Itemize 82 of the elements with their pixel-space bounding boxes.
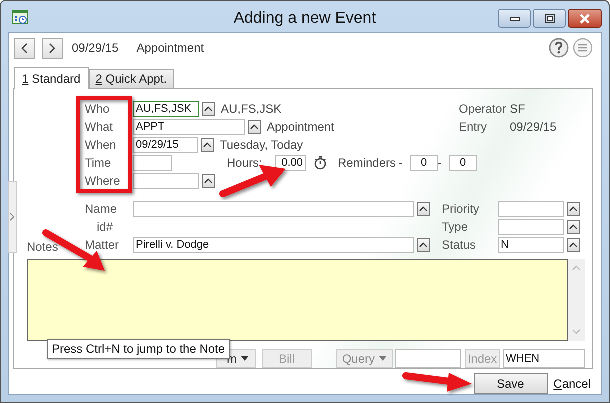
window-title: Adding a new Event [234,10,376,28]
chevron-up-icon [419,242,428,248]
reminder-field[interactable]: 0 [410,155,438,171]
chevron-right-icon [10,213,15,221]
input-field[interactable] [133,201,414,217]
chevron-up-icon [204,106,213,112]
maximize-button[interactable] [533,9,566,28]
field-label: Status [442,238,478,252]
event-type: Appointment [136,41,204,55]
field-label: What [85,120,114,134]
field-label: id# [96,220,114,234]
tab[interactable]: 2 Quick Appt. [88,69,174,88]
tab[interactable]: 1 Standard [14,67,89,89]
chevron-up-icon [419,206,428,212]
reminder-field[interactable]: 0 [449,155,477,171]
field-label: Who [85,102,111,116]
chevron-left-icon [21,42,28,54]
field-label: Notes [27,240,60,254]
input-field[interactable] [133,155,172,171]
field-label: Name [85,202,118,216]
field-label: Type [442,220,470,234]
chevron-up-icon [569,224,578,230]
field-description: Appointment [267,120,336,134]
notes-area[interactable] [27,259,568,341]
field-label: Priority [442,202,480,216]
field-label: Operator [459,102,508,116]
chevron-up-icon [569,206,578,212]
input-field[interactable]: N [498,237,564,253]
lookup-button[interactable] [202,174,215,188]
separator-text: - [438,156,443,170]
field-label: Time [85,156,112,170]
input-field[interactable] [498,201,564,217]
cancel-link[interactable]: Cancel [554,376,591,390]
field-label: Matter [85,238,120,252]
input-field[interactable] [498,219,564,235]
chevron-up-icon [569,242,578,248]
query-field[interactable] [395,349,461,368]
arrow [402,372,472,392]
field-label: Where [85,174,122,188]
event-date: 09/29/15 [72,41,119,55]
field-label: When [85,138,118,152]
lookup-button[interactable] [567,238,580,252]
input-field[interactable]: Pirelli v. Dodge [133,237,414,253]
lookup-button[interactable] [567,220,580,234]
field-value: SF [510,102,526,116]
tooltip: Press Ctrl+N to jump to the Note [47,339,230,359]
lookup-button[interactable] [417,202,430,216]
caret-icon [379,356,387,361]
previous-button[interactable] [14,38,35,58]
minimize-button[interactable] [498,9,531,28]
field-description: Tuesday, Today [220,138,304,152]
field-label: Entry [459,120,488,134]
calendar-icon [12,8,28,24]
input-field[interactable]: APPT [133,119,245,135]
input-field[interactable]: AU,FS,JSK [133,101,199,117]
separator-text: - [399,156,404,170]
help-icon[interactable] [549,38,569,58]
field-label: Reminders [338,156,398,170]
field-label: Hours: [227,156,264,170]
lookup-button[interactable] [201,138,214,152]
lookup-button[interactable] [567,202,580,216]
lookup-button[interactable] [417,238,430,252]
lookup-button[interactable] [248,120,261,134]
maximize-icon [544,14,554,23]
hours-field[interactable]: 0.00 [275,155,306,171]
chevron-up-icon [204,178,213,184]
lookup-button[interactable] [202,102,215,116]
stopwatch-icon[interactable] [314,156,327,170]
caret-icon [241,356,249,361]
close-button[interactable] [568,9,602,28]
next-button[interactable] [42,38,63,58]
input-field[interactable]: 09/29/15 [133,137,198,153]
input-field[interactable] [133,173,199,189]
chevron-right-icon [49,42,56,54]
chevron-up-icon [250,124,259,130]
close-icon [579,14,591,24]
index-field[interactable]: WHEN [503,349,585,368]
save-button[interactable]: Save [474,373,548,394]
field-description: AU,FS,JSK [221,102,283,116]
chevron-up-icon [203,142,212,148]
field-value: 09/29/15 [510,120,558,134]
minimize-icon [510,16,520,20]
